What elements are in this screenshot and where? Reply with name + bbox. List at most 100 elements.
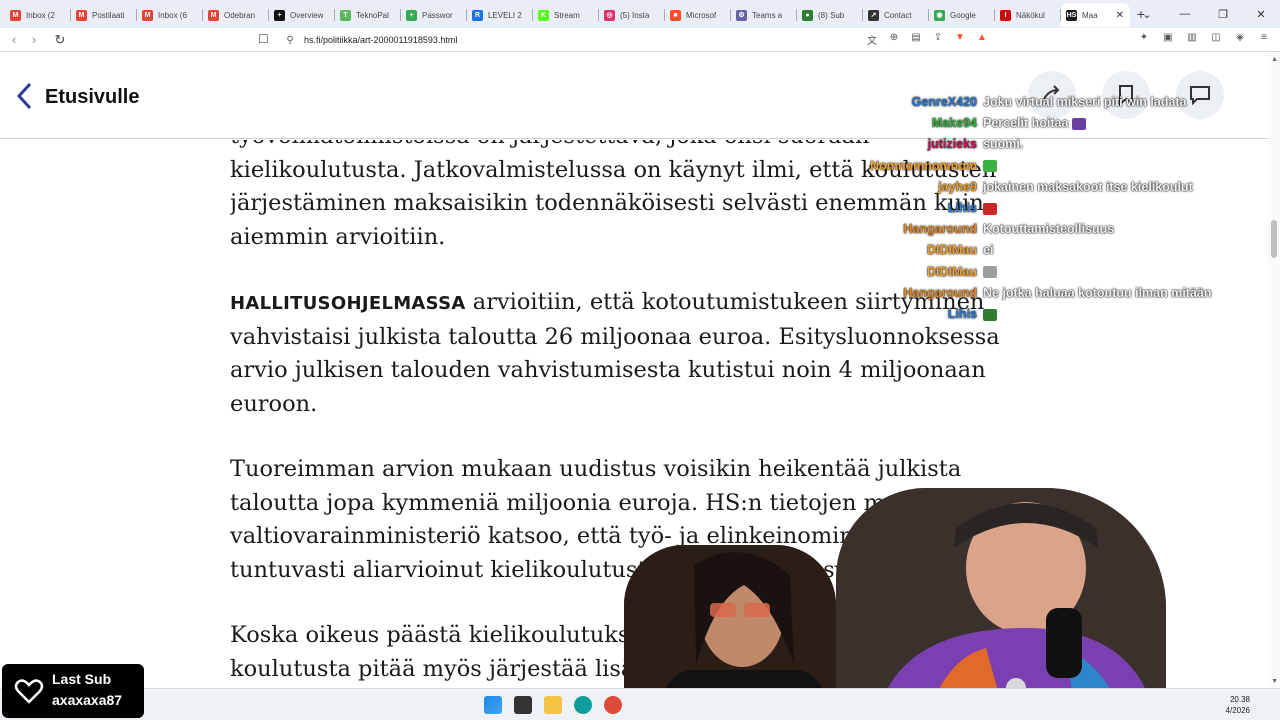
- chat-message: DIDIMau ei: [840, 243, 1280, 264]
- tab-title: LEVELI 2: [488, 10, 522, 20]
- tab-title: Microsof: [686, 10, 717, 20]
- reader-icon[interactable]: ▤: [908, 32, 924, 47]
- tab-favicon-icon: ●: [802, 9, 813, 21]
- menu-icon[interactable]: ≡: [1254, 32, 1274, 43]
- tab-favicon-icon: I: [1000, 9, 1011, 21]
- browser-tab[interactable]: M Postilaati: [70, 3, 136, 27]
- stream-chat-overlay: GenreX420 Joku virtual mikseri piti win l…: [840, 95, 1280, 328]
- browser-tab-strip: M Inbox (2 M Postilaati M Inbox (6 M Odebran + Ov…: [0, 0, 1280, 28]
- window-controls: ⌄ — ❐ ✕: [1128, 0, 1280, 28]
- restore-button[interactable]: ❐: [1204, 8, 1242, 21]
- last-sub-name: axaxaxa87: [52, 692, 123, 708]
- browser-tab[interactable]: ⚙ Teams a: [730, 3, 796, 27]
- translate-icon[interactable]: 文: [864, 32, 880, 47]
- chat-username: Lihis: [947, 306, 977, 321]
- browser-tab[interactable]: + Passwor: [400, 3, 466, 27]
- chat-username: jayhe9: [938, 179, 977, 194]
- media-icon[interactable]: ▣: [1158, 32, 1178, 43]
- chat-username: Nomnomnomnom: [870, 158, 977, 173]
- chat-message: Lihis: [840, 307, 1280, 328]
- tab-favicon-icon: ⚙: [736, 9, 747, 21]
- share-icon[interactable]: ⇪: [930, 32, 946, 47]
- chat-emote-icon: [983, 266, 997, 279]
- browser-tab[interactable]: I Näkökul: [994, 3, 1060, 27]
- tab-favicon-icon: K: [538, 9, 549, 21]
- browser-tab[interactable]: ↗ Contact: [862, 3, 928, 27]
- brave-shields-icon[interactable]: ▼: [952, 32, 968, 47]
- site-info-icon[interactable]: ⚲: [280, 35, 300, 46]
- browser-tab[interactable]: ◎ (5) Insta: [598, 3, 664, 27]
- chat-emote-icon: [983, 160, 997, 173]
- last-sub-widget: Last Sub axaxaxa87: [2, 664, 144, 718]
- forward-nav-icon[interactable]: ›: [24, 32, 44, 47]
- browser-tab[interactable]: M Inbox (2: [4, 3, 70, 27]
- browser-tab[interactable]: K Stream: [532, 3, 598, 27]
- chrome-icon[interactable]: [604, 696, 622, 714]
- file-explorer-icon[interactable]: [544, 696, 562, 714]
- heart-icon: [14, 679, 44, 704]
- browser-tab[interactable]: M Inbox (6: [136, 3, 202, 27]
- chat-username: Lihis: [947, 200, 977, 215]
- chat-text: ei: [983, 243, 993, 257]
- chat-message: Make94 Percelit hoitaa: [840, 116, 1280, 137]
- chat-message: jayhe9 jokainen maksakoot itse kielikoulu…: [840, 180, 1280, 201]
- task-view-icon[interactable]: [514, 696, 532, 714]
- vpn-icon[interactable]: ◈: [1230, 32, 1250, 43]
- address-bar-actions: 文 ⊕ ▤ ⇪ ▼ ▲: [864, 32, 990, 47]
- tab-title: Contact: [884, 10, 912, 20]
- chat-message: Hangaround Ne jotka haluaa kotoutuu ilman…: [840, 286, 1280, 307]
- taskbar-clock[interactable]: 20.38 4/2026: [1226, 694, 1250, 716]
- edge-icon[interactable]: [574, 696, 592, 714]
- browser-tab[interactable]: ● (8) Sub: [796, 3, 862, 27]
- chat-username: DIDIMau: [927, 243, 977, 258]
- last-sub-label: Last Sub: [52, 671, 112, 687]
- browser-tab[interactable]: M Odebran: [202, 3, 268, 27]
- close-window-button[interactable]: ✕: [1242, 8, 1280, 21]
- scroll-down-icon[interactable]: ▼: [1271, 678, 1278, 685]
- zoom-icon[interactable]: ⊕: [886, 32, 902, 47]
- chevron-left-icon[interactable]: [14, 81, 36, 111]
- chat-text-body: suomi.: [983, 137, 1024, 152]
- tab-favicon-icon: M: [76, 9, 87, 21]
- browser-tab[interactable]: HS Maa ✕: [1060, 3, 1130, 27]
- reload-icon[interactable]: ↻: [50, 32, 70, 48]
- minimize-button[interactable]: —: [1166, 8, 1204, 20]
- tab-favicon-icon: ↗: [868, 9, 879, 21]
- chat-emote-icon: [983, 308, 997, 321]
- back-to-frontpage-link[interactable]: Etusivulle: [45, 86, 139, 109]
- browser-tab[interactable]: + Overview: [268, 3, 334, 27]
- sidebar-icon[interactable]: ▥: [1182, 32, 1202, 43]
- extensions-icon[interactable]: ✦: [1134, 32, 1154, 43]
- chat-emote-icon: [983, 202, 997, 215]
- wallet-icon[interactable]: ◫: [1206, 32, 1226, 43]
- tab-favicon-icon: ■: [670, 9, 681, 21]
- tab-favicon-icon: R: [472, 9, 483, 21]
- url-text[interactable]: hs.fi/politiikka/art-2000011918593.html: [304, 35, 457, 45]
- brave-rewards-icon[interactable]: ▲: [974, 32, 990, 47]
- chat-text-body: jokainen maksakoot itse kielikoulut: [983, 179, 1193, 194]
- windows-start-icon[interactable]: [484, 696, 502, 714]
- back-nav-icon[interactable]: ‹: [4, 32, 24, 47]
- tab-title: Inbox (2: [26, 10, 55, 20]
- chat-text-body: Ne jotka haluaa kotoutuu ilman mitään: [983, 285, 1212, 300]
- clock-time: 20.38: [1229, 695, 1250, 704]
- chat-username: DIDIMau: [927, 264, 977, 279]
- tab-search-icon[interactable]: ⌄: [1128, 8, 1166, 21]
- bookmark-icon[interactable]: ☐: [258, 32, 269, 46]
- tab-title: Postilaati: [92, 10, 125, 20]
- tab-favicon-icon: ◉: [934, 9, 945, 21]
- tab-title: (5) Insta: [620, 10, 650, 20]
- tab-title: Inbox (6: [158, 10, 187, 20]
- tab-title: (8) Sub: [818, 10, 845, 20]
- scroll-up-icon[interactable]: ▲: [1271, 56, 1278, 63]
- browser-tab[interactable]: R LEVELI 2: [466, 3, 532, 27]
- browser-tab[interactable]: T TeknoPal: [334, 3, 400, 27]
- browser-tab[interactable]: ■ Microsof: [664, 3, 730, 27]
- webcam-right: [836, 488, 1166, 720]
- tab-title: Näkökul: [1016, 10, 1045, 20]
- browser-tab[interactable]: ◉ Google: [928, 3, 994, 27]
- chat-text: [983, 159, 997, 173]
- chat-message: Nomnomnomnom: [840, 159, 1280, 180]
- close-tab-icon[interactable]: ✕: [1116, 10, 1124, 21]
- tab-favicon-icon: M: [142, 9, 153, 21]
